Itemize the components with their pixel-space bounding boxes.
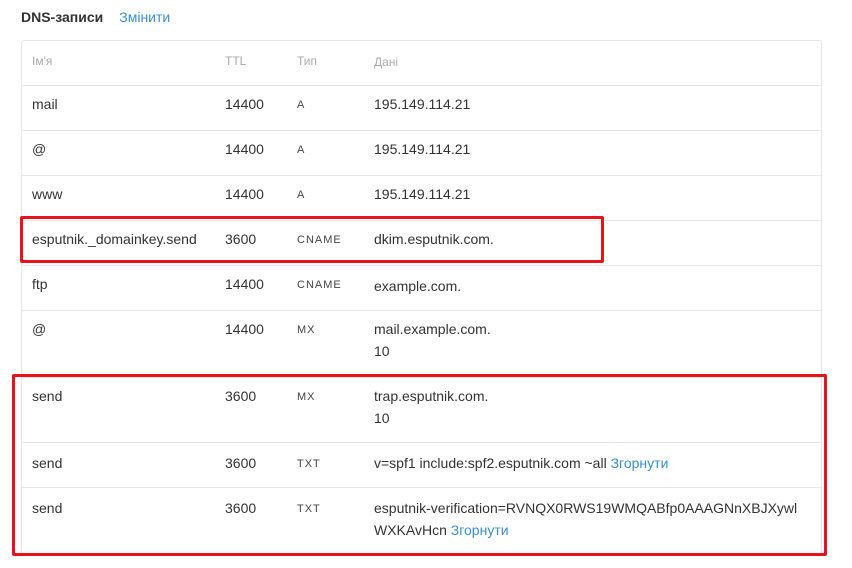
record-data: 195.149.114.21 (374, 186, 471, 202)
record-ttl: 14400 (225, 276, 264, 292)
column-header-data: Дані (374, 55, 399, 69)
record-name: ftp (32, 276, 48, 292)
record-type: MX (297, 391, 316, 403)
table-row: send 3600 TXT v=spf1 include:spf2.esputn… (22, 443, 821, 488)
edit-link[interactable]: Змінити (119, 9, 170, 25)
dns-records-table: Ім'я TTL Тип Дані mail 14400 A 195.149.1… (21, 40, 822, 555)
record-ttl: 3600 (225, 455, 257, 471)
record-ttl: 14400 (225, 141, 264, 157)
record-type: CNAME (297, 279, 342, 291)
record-ttl: 3600 (225, 388, 257, 404)
section-title: DNS-записи (21, 9, 104, 25)
record-data: 195.149.114.21 (374, 141, 471, 157)
collapse-link[interactable]: Згорнути (611, 455, 669, 471)
table-row: esputnik._domainkey.send 3600 CNAME dkim… (22, 221, 821, 266)
record-data: trap.esputnik.com. 10 (374, 385, 814, 429)
table-row: mail 14400 A 195.149.114.21 (22, 86, 821, 131)
column-header-type: Тип (297, 54, 318, 68)
record-priority: 10 (374, 410, 390, 426)
record-data: example.com. (374, 278, 462, 294)
record-ttl: 14400 (225, 321, 264, 337)
record-data-value-line2: WXKAvHcn (374, 522, 447, 538)
record-name: send (32, 388, 63, 404)
record-data: esputnik-verification=RVNQX0RWS19WMQABfp… (374, 497, 814, 541)
record-name: send (32, 455, 63, 471)
column-header-name: Ім'я (32, 54, 53, 68)
table-row: @ 14400 MX mail.example.com. 10 (22, 311, 821, 378)
record-type: TXT (297, 503, 321, 515)
collapse-link[interactable]: Згорнути (451, 522, 509, 538)
record-name: @ (32, 141, 47, 157)
record-data-value: mail.example.com. (374, 321, 491, 337)
record-type: A (297, 99, 306, 111)
record-data: dkim.esputnik.com. (374, 231, 494, 247)
record-data: v=spf1 include:spf2.esputnik.com ~all Зг… (374, 452, 814, 474)
record-ttl: 3600 (225, 231, 257, 247)
table-row: @ 14400 A 195.149.114.21 (22, 131, 821, 176)
record-type: A (297, 144, 306, 156)
table-row: ftp 14400 CNAME example.com. (22, 266, 821, 311)
table-row: send 3600 TXT esputnik-verification=RVNQ… (22, 488, 821, 554)
record-data-value: trap.esputnik.com. (374, 388, 489, 404)
record-name: esputnik._domainkey.send (32, 231, 197, 247)
record-type: A (297, 189, 306, 201)
record-type: TXT (297, 458, 321, 470)
table-header-row: Ім'я TTL Тип Дані (22, 41, 821, 86)
record-ttl: 14400 (225, 96, 264, 112)
dns-records-header: DNS-записи Змінити (21, 9, 170, 27)
record-ttl: 14400 (225, 186, 264, 202)
table-row: send 3600 MX trap.esputnik.com. 10 (22, 378, 821, 443)
column-header-ttl: TTL (225, 54, 247, 68)
record-priority: 10 (374, 343, 390, 359)
record-ttl: 3600 (225, 500, 257, 516)
record-name: www (32, 186, 63, 202)
record-data: mail.example.com. 10 (374, 318, 814, 362)
record-name: mail (32, 96, 58, 112)
record-type: MX (297, 324, 316, 336)
record-name: @ (32, 321, 47, 337)
record-data-value: v=spf1 include:spf2.esputnik.com ~all (374, 455, 607, 471)
record-type: CNAME (297, 234, 342, 246)
record-name: send (32, 500, 63, 516)
table-row: www 14400 A 195.149.114.21 (22, 176, 821, 221)
record-data-value-line1: esputnik-verification=RVNQX0RWS19WMQABfp… (374, 500, 798, 516)
record-data: 195.149.114.21 (374, 96, 471, 112)
